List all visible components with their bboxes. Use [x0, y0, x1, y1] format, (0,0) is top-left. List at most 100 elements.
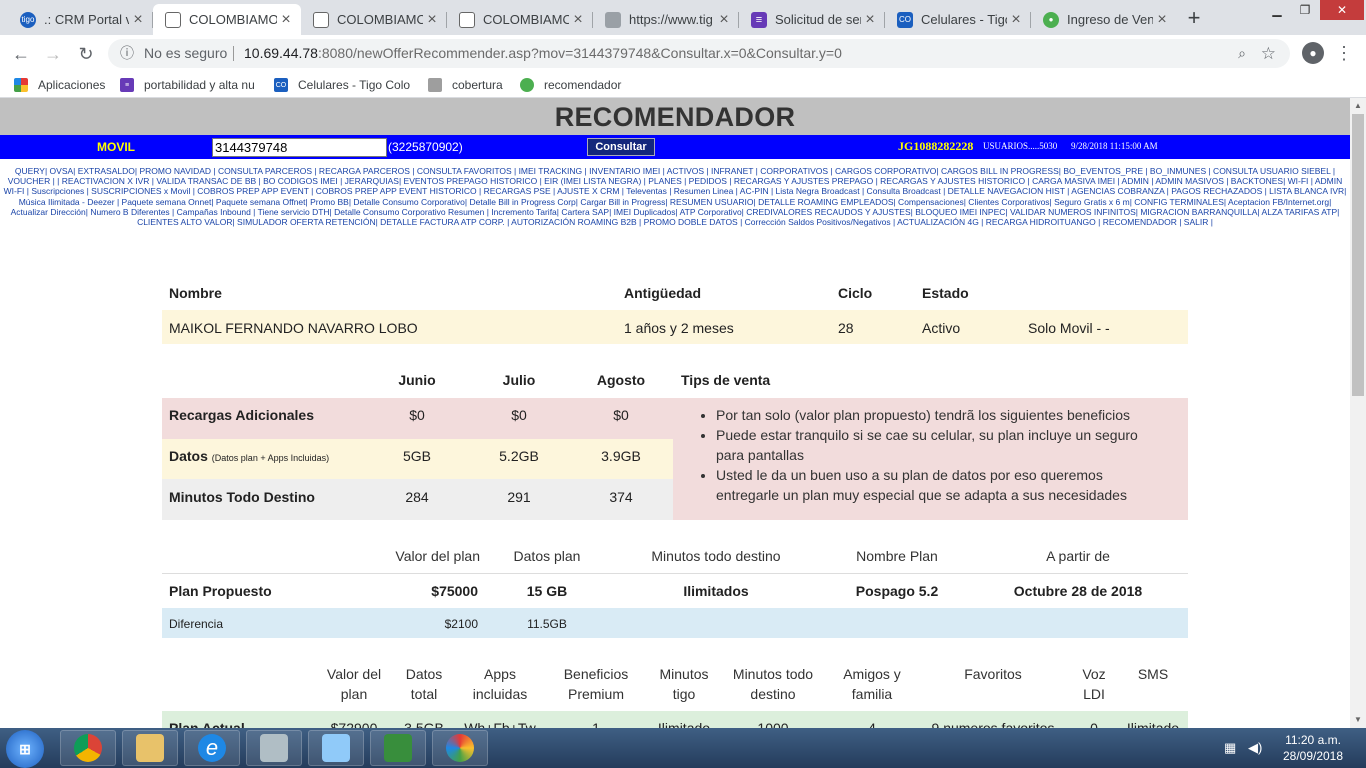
value-cell: 0	[1090, 720, 1098, 728]
value-cell: $0	[511, 407, 527, 423]
bookmarks-bar: Aplicaciones ≡ portabilidad y alta nu CO…	[0, 72, 1366, 98]
taskbar-paint[interactable]	[432, 730, 488, 766]
address-bar[interactable]: ⓘ No es seguro 10.69.44.78:8080/newOffer…	[108, 39, 1290, 68]
close-icon[interactable]: ×	[129, 11, 147, 29]
bookmark-label: recomendador	[544, 78, 622, 92]
row-label-datos: Datos (Datos plan + Apps Incluidas)	[169, 448, 329, 464]
volume-icon[interactable]: ◀)	[1248, 740, 1262, 756]
globe-icon: ●	[1043, 11, 1059, 28]
user-id: JG1088282228	[898, 139, 974, 153]
value-cell: $72900	[330, 720, 378, 728]
proposed-valor: $75000	[431, 583, 478, 599]
header-ciclo: Ciclo	[838, 285, 873, 301]
plan-actual-label: Plan Actual	[169, 720, 245, 728]
plan-propuesto-label: Plan Propuesto	[169, 583, 272, 599]
zoom-icon[interactable]: ⌕	[1238, 39, 1246, 68]
header-month-3: Agosto	[596, 372, 646, 388]
clock-date: 28/09/2018	[1282, 749, 1344, 763]
profile-icon[interactable]: ●	[1302, 42, 1324, 64]
tigo-icon: CO	[897, 11, 913, 28]
tab-title: COLOMBIAMO	[483, 12, 569, 27]
tab-ingreso-ventas[interactable]: ● Ingreso de Ven ×	[1031, 4, 1177, 35]
bookmark-aplicaciones[interactable]: Aplicaciones	[14, 76, 114, 94]
network-icon[interactable]: ▦	[1224, 740, 1236, 756]
session-datetime: 9/28/2018 11:15:00 AM	[1071, 141, 1158, 151]
taskbar-chrome[interactable]	[60, 730, 116, 766]
row-label-minutos: Minutos Todo Destino	[169, 489, 315, 505]
scroll-up-icon[interactable]: ▲	[1350, 98, 1366, 114]
tab-title: https://www.tig	[629, 12, 713, 27]
bookmark-cobertura[interactable]: cobertura	[428, 76, 510, 94]
value-cell: Ilimitado	[1126, 720, 1180, 728]
tab-colombiamovil-3[interactable]: COLOMBIAMO ×	[447, 4, 593, 35]
header-estado: Estado	[922, 285, 969, 301]
info-icon[interactable]: ⓘ	[120, 39, 134, 68]
close-icon[interactable]: ×	[569, 11, 587, 29]
windows-start-icon[interactable]: ⊞	[6, 730, 44, 768]
scroll-down-icon[interactable]: ▼	[1350, 712, 1366, 728]
menu-links[interactable]: QUERY| OVSA| EXTRASALDO| PROMO NAVIDAD |…	[0, 166, 1350, 227]
tab-crm-portal[interactable]: tigo .: CRM Portal v... ×	[8, 4, 153, 35]
restore-icon[interactable]: ❐	[1290, 0, 1320, 20]
search-bar: MOVIL 3144379748 (3225870902) Consultar …	[0, 135, 1350, 159]
tab-celulares-tigo[interactable]: CO Celulares - Tigo ×	[885, 4, 1031, 35]
new-tab-button[interactable]: +	[1181, 6, 1207, 32]
url-path: :8080/newOfferRecommender.asp?mov=314437…	[317, 45, 842, 61]
forms-icon: ≡	[120, 78, 134, 92]
value-cell: 291	[507, 489, 531, 505]
page-title: RECOMENDADOR	[554, 102, 796, 132]
back-icon[interactable]: ←	[8, 41, 34, 67]
taskbar-ie[interactable]: e	[184, 730, 240, 766]
scrollbar-thumb[interactable]	[1352, 114, 1364, 396]
value-cell: Ilimitado	[657, 720, 711, 728]
taskbar-excel[interactable]	[370, 730, 426, 766]
close-icon[interactable]: ×	[277, 11, 295, 29]
bookmark-label: Celulares - Tigo Colo	[298, 78, 411, 92]
bookmark-portabilidad[interactable]: ≡ portabilidad y alta nu	[120, 76, 257, 94]
movil-input[interactable]: 3144379748	[212, 138, 387, 157]
close-icon[interactable]: ×	[1007, 11, 1025, 29]
consultar-button[interactable]: Consultar	[587, 138, 655, 156]
tab-colombiamovil-active[interactable]: COLOMBIAMO ×	[153, 4, 301, 35]
folder-icon	[136, 734, 164, 762]
tab-title: .: CRM Portal v...	[44, 12, 129, 27]
tab-tigo-url[interactable]: https://www.tig ×	[593, 4, 739, 35]
star-icon[interactable]: ☆	[1261, 39, 1276, 68]
browser-tab-bar: tigo .: CRM Portal v... × COLOMBIAMO × C…	[0, 0, 1366, 35]
forward-icon[interactable]: →	[40, 41, 66, 67]
taskbar-calculator[interactable]	[246, 730, 302, 766]
url-host: 10.69.44.78	[244, 45, 318, 61]
bookmark-recomendador[interactable]: recomendador	[520, 76, 630, 94]
tip-item: Usted le da un buen uso a su plan de dat…	[716, 465, 1161, 505]
minimize-icon[interactable]: ▁	[1262, 0, 1292, 20]
header-apps: Apps incluidas	[472, 666, 528, 702]
close-icon[interactable]: ×	[1153, 11, 1171, 29]
ie-icon: e	[198, 734, 226, 762]
clock-time: 11:20 a.m.	[1285, 733, 1341, 747]
close-icon[interactable]: ×	[861, 11, 879, 29]
tip-item: Por tan solo (valor plan propuesto) tend…	[716, 405, 1161, 425]
close-window-icon[interactable]: ✕	[1320, 0, 1364, 20]
globe-icon	[520, 78, 534, 92]
table-row	[162, 608, 1188, 638]
bookmark-celulares-tigo[interactable]: CO Celulares - Tigo Colo	[274, 76, 412, 94]
close-icon[interactable]: ×	[715, 11, 733, 29]
row-label-recargas: Recargas Adicionales	[169, 407, 314, 423]
header-nombre: Nombre	[169, 285, 222, 301]
close-icon[interactable]: ×	[423, 11, 441, 29]
page-scrollbar[interactable]: ▲ ▼	[1350, 98, 1366, 728]
taskbar-clock[interactable]: 11:20 a.m. 28/09/2018	[1276, 732, 1350, 764]
reload-icon[interactable]: ↻	[73, 41, 99, 67]
tab-colombiamovil-2[interactable]: COLOMBIAMO ×	[301, 4, 447, 35]
header-valor: Valor del plan	[326, 666, 382, 702]
page-banner: RECOMENDADOR	[0, 98, 1350, 135]
row-label-text: Datos	[169, 448, 208, 464]
header-minutos-tigo: Minutos tigo	[659, 666, 709, 702]
url-text[interactable]: 10.69.44.78:8080/newOfferRecommender.asp…	[244, 39, 842, 68]
taskbar-notes[interactable]	[308, 730, 364, 766]
taskbar-explorer[interactable]	[122, 730, 178, 766]
value-cell: 5GB	[402, 448, 431, 464]
menu-icon[interactable]: ⋮	[1334, 42, 1354, 64]
tab-solicitud[interactable]: ≡ Solicitud de ser ×	[739, 4, 885, 35]
value-cell: Wh+Fb+Tw	[464, 720, 536, 728]
